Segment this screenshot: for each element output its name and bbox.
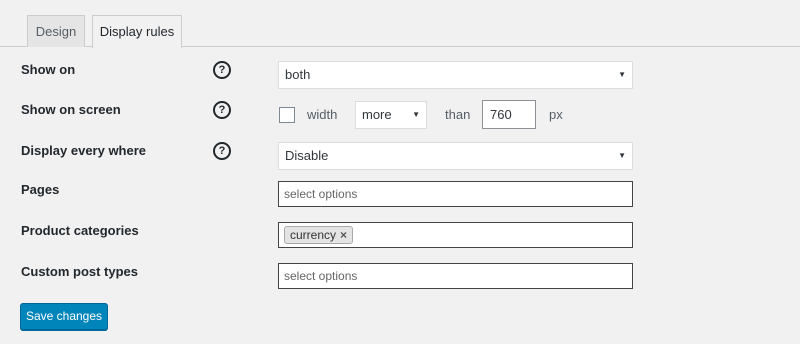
tab-bar: Design Display rules bbox=[0, 0, 800, 48]
px-unit-label: px bbox=[549, 107, 563, 122]
remove-icon[interactable]: × bbox=[340, 228, 347, 242]
display-everywhere-select[interactable]: Disable ▼ bbox=[278, 142, 633, 170]
save-changes-button[interactable]: Save changes bbox=[20, 303, 108, 330]
screen-width-input[interactable]: 760 bbox=[482, 100, 536, 129]
show-on-value: both bbox=[285, 67, 311, 82]
pages-placeholder: select options bbox=[284, 187, 358, 201]
show-on-label: Show on bbox=[21, 62, 76, 77]
category-token: currency × bbox=[284, 226, 354, 244]
settings-page: Design Display rules Show on ? both ▼ Sh… bbox=[0, 0, 800, 344]
than-label: than bbox=[445, 107, 471, 122]
tab-design[interactable]: Design bbox=[27, 15, 85, 47]
screen-width-checkbox[interactable] bbox=[279, 107, 295, 123]
custom-post-types-placeholder: select options bbox=[284, 269, 358, 283]
question-circle-icon[interactable]: ? bbox=[213, 61, 231, 79]
product-categories-multiselect[interactable]: currency × bbox=[278, 222, 633, 248]
question-circle-icon[interactable]: ? bbox=[213, 101, 231, 119]
chevron-down-icon: ▼ bbox=[618, 70, 626, 79]
comparison-select[interactable]: more ▼ bbox=[355, 101, 427, 129]
custom-post-types-label: Custom post types bbox=[21, 264, 139, 279]
tab-display-rules[interactable]: Display rules bbox=[92, 15, 182, 48]
product-categories-label: Product categories bbox=[21, 223, 139, 238]
comparison-value: more bbox=[362, 107, 392, 122]
show-on-select[interactable]: both ▼ bbox=[278, 61, 633, 89]
pages-label: Pages bbox=[21, 182, 60, 197]
width-label: width bbox=[307, 107, 338, 122]
display-everywhere-value: Disable bbox=[285, 148, 329, 163]
chevron-down-icon: ▼ bbox=[618, 151, 626, 160]
chevron-down-icon: ▼ bbox=[412, 110, 420, 119]
custom-post-types-multiselect[interactable]: select options bbox=[278, 263, 633, 289]
display-everywhere-label: Display every where bbox=[21, 143, 147, 158]
show-on-screen-label: Show on screen bbox=[21, 102, 121, 117]
question-circle-icon[interactable]: ? bbox=[213, 142, 231, 160]
category-token-label: currency bbox=[290, 228, 337, 242]
pages-multiselect[interactable]: select options bbox=[278, 181, 633, 207]
